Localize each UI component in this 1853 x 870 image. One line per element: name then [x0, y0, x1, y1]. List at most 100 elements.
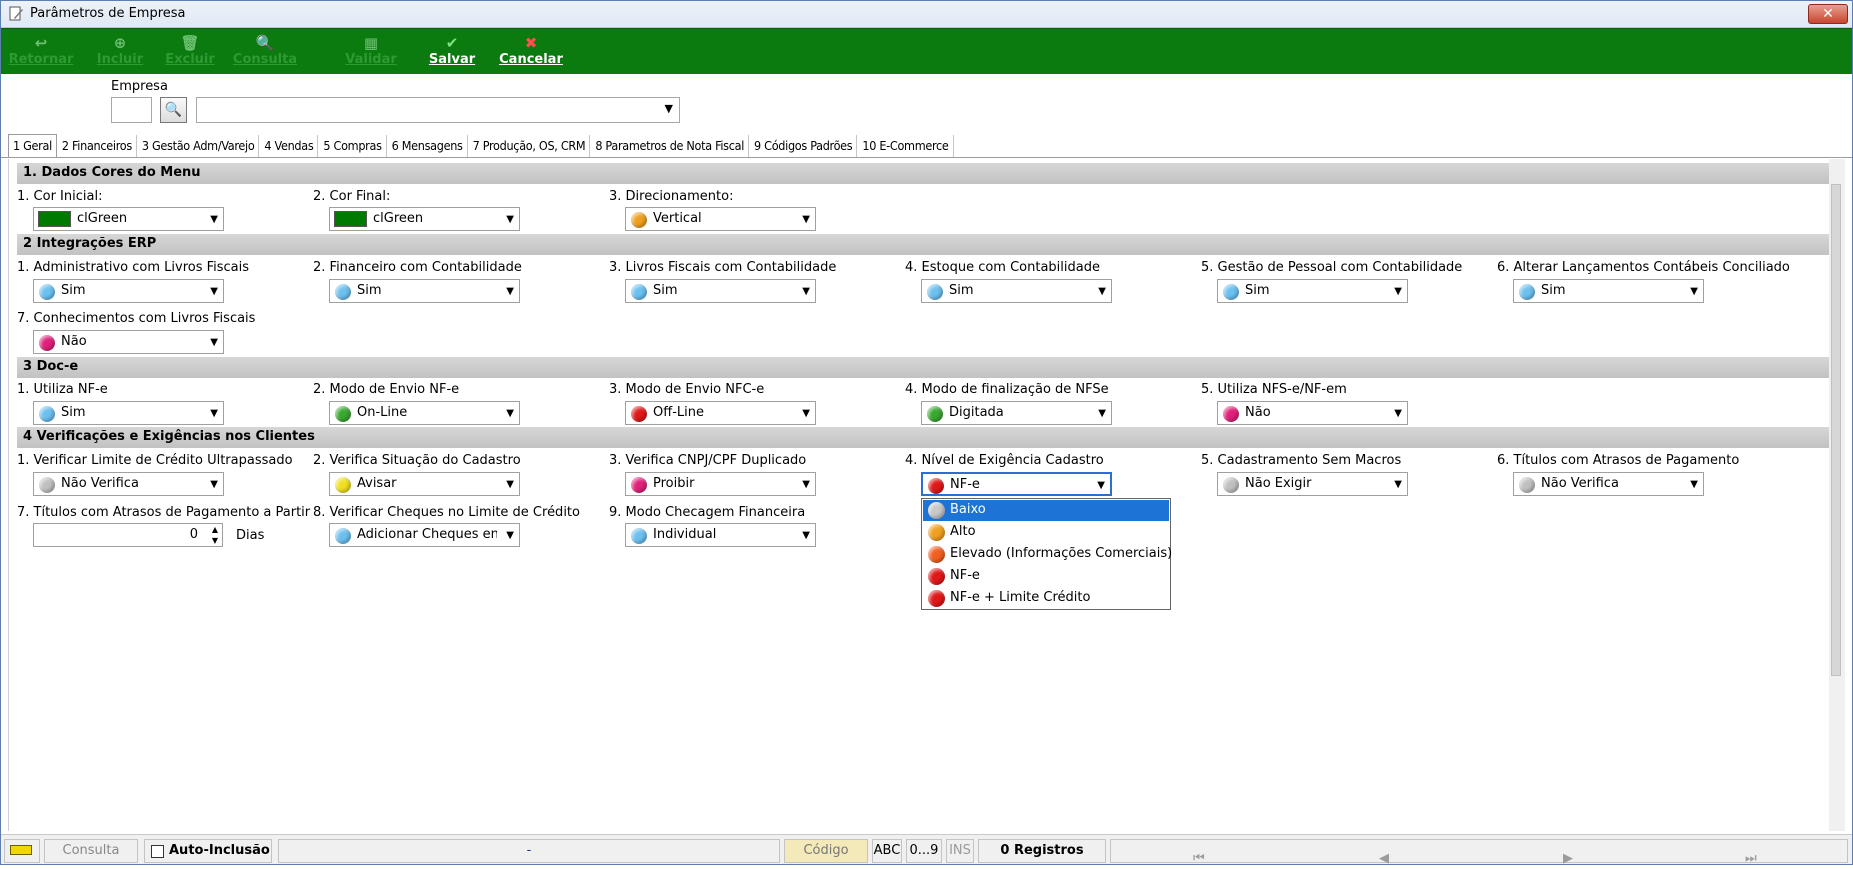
- tab-producao-os-crm[interactable]: 7 Produção, OS, CRM: [469, 135, 591, 158]
- empresa-search-button[interactable]: 🔍: [160, 97, 187, 123]
- chevron-down-icon: ▼: [210, 337, 218, 348]
- validar-button[interactable]: ▦ Validar: [344, 29, 398, 75]
- window-title: Parâmetros de Empresa: [30, 6, 186, 21]
- status-dot-icon: [39, 477, 55, 493]
- chevron-down-icon: ▼: [1690, 286, 1698, 297]
- checagem-fin-combo[interactable]: Individual ▼: [625, 523, 816, 547]
- cheques-limite-combo[interactable]: Adicionar Cheques en ▼: [329, 523, 520, 547]
- limite-credito-combo[interactable]: Não Verifica ▼: [33, 472, 224, 496]
- empresa-code-input[interactable]: [111, 97, 152, 123]
- chevron-down-icon: ▼: [506, 408, 514, 419]
- close-button[interactable]: ✕: [1808, 4, 1848, 24]
- tab-e-commerce[interactable]: 10 E-Commerce: [858, 135, 954, 158]
- chevron-down-icon: ▼: [210, 408, 218, 419]
- sem-macros-combo[interactable]: Não Exigir ▼: [1217, 472, 1408, 496]
- titulos-atraso-combo[interactable]: Não Verifica ▼: [1513, 472, 1704, 496]
- tab-vendas[interactable]: 4 Vendas: [260, 135, 319, 158]
- dropdown-option-baixo[interactable]: Baixo: [923, 500, 1169, 521]
- modo-nfse-combo[interactable]: Digitada ▼: [921, 401, 1112, 425]
- tab-compras[interactable]: 5 Compras: [319, 135, 387, 158]
- adm-livros-label: 1. Administrativo com Livros Fiscais: [17, 260, 250, 275]
- nav-first-icon[interactable]: ⏮: [1193, 848, 1205, 870]
- adm-livros-combo[interactable]: Sim ▼: [33, 279, 224, 303]
- alterar-lanc-combo[interactable]: Sim ▼: [1513, 279, 1704, 303]
- tab-financeiros[interactable]: 2 Financeiros: [58, 135, 137, 158]
- tab-parametros-nota-fiscal[interactable]: 8 Parametros de Nota Fiscal: [591, 135, 750, 158]
- estoque-contab-combo[interactable]: Sim ▼: [921, 279, 1112, 303]
- direcionamento-combo[interactable]: Vertical ▼: [625, 207, 816, 231]
- modo-nfce-label: 3. Modo de Envio NFC-e: [609, 382, 765, 397]
- scrollbar-thumb[interactable]: [1831, 184, 1841, 676]
- status-dot-icon: [631, 284, 647, 300]
- status-consulta[interactable]: Consulta: [44, 839, 138, 863]
- dropdown-option-nfe[interactable]: NF-e: [923, 566, 1169, 587]
- section-verificacoes-clientes: 4 Verificações e Exigências nos Clientes: [17, 427, 1829, 448]
- status-abc: ABC: [872, 839, 902, 863]
- chevron-down-icon: ▼: [664, 102, 673, 115]
- status-dot-icon: [1223, 284, 1239, 300]
- excluir-button[interactable]: 🗑 Excluir: [160, 29, 220, 75]
- sort-field-codigo[interactable]: Código: [784, 839, 868, 863]
- status-dot-icon: [928, 590, 945, 607]
- tab-strip: 1 Geral 2 Financeiros 3 Gestão Adm/Varejo 4…: [8, 134, 955, 158]
- spin-arrows-icon[interactable]: ▲ ▼: [212, 524, 218, 546]
- estoque-contab-label: 4. Estoque com Contabilidade: [905, 260, 1100, 275]
- auto-inclusao-checkbox[interactable]: [151, 845, 164, 858]
- status-dot-icon: [928, 546, 945, 563]
- titulos-atraso-label: 6. Títulos com Atrasos de Pagamento: [1497, 453, 1740, 468]
- add-icon: ⊕: [113, 34, 127, 52]
- status-dot-icon: [631, 477, 647, 493]
- tab-gestao-adm-varejo[interactable]: 3 Gestão Adm/Varejo: [138, 135, 260, 158]
- cor-final-combo[interactable]: clGreen ▼: [329, 207, 520, 231]
- status-dot-icon: [335, 528, 351, 544]
- status-dot-icon: [928, 568, 945, 585]
- color-swatch: [38, 211, 71, 227]
- fin-contab-combo[interactable]: Sim ▼: [329, 279, 520, 303]
- tab-codigos-padroes[interactable]: 9 Códigos Padrões: [750, 135, 858, 158]
- cheques-limite-label: 8. Verificar Cheques no Limite de Crédit…: [313, 505, 580, 520]
- incluir-button[interactable]: ⊕ Incluir: [92, 29, 148, 75]
- livros-contab-label: 3. Livros Fiscais com Contabilidade: [609, 260, 837, 275]
- dropdown-option-elevado[interactable]: Elevado (Informações Comerciais): [923, 544, 1172, 565]
- livros-contab-combo[interactable]: Sim ▼: [625, 279, 816, 303]
- chevron-down-icon: ▼: [1394, 408, 1402, 419]
- pessoal-contab-combo[interactable]: Sim ▼: [1217, 279, 1408, 303]
- pessoal-contab-label: 5. Gestão de Pessoal com Contabilidade: [1201, 260, 1463, 275]
- utiliza-nfse-combo[interactable]: Não ▼: [1217, 401, 1408, 425]
- modo-nfce-combo[interactable]: Off-Line ▼: [625, 401, 816, 425]
- cancelar-button[interactable]: ✖ Cancelar: [496, 29, 566, 75]
- empresa-name-combo[interactable]: ▼: [196, 97, 680, 123]
- titulos-partir-spinner[interactable]: 0 ▲ ▼: [33, 523, 223, 547]
- tab-mensagens[interactable]: 6 Mensagens: [388, 135, 468, 158]
- cnpj-dup-combo[interactable]: Proibir ▼: [625, 472, 816, 496]
- utiliza-nfe-combo[interactable]: Sim ▼: [33, 401, 224, 425]
- cancel-icon: ✖: [524, 34, 538, 52]
- nivel-exig-dropdown-list: Baixo Alto Elevado (Informações Comercia…: [921, 498, 1172, 610]
- status-dot-icon: [927, 406, 943, 422]
- check-icon: ✔: [445, 34, 459, 52]
- nivel-exig-combo[interactable]: NF-e ▼: [921, 472, 1112, 496]
- consulta-button[interactable]: 🔍 Consulta: [232, 29, 298, 75]
- tab-geral[interactable]: 1 Geral: [8, 134, 57, 157]
- chevron-down-icon: ▼: [1394, 479, 1402, 490]
- status-dot-icon: [1519, 284, 1535, 300]
- situacao-cad-combo[interactable]: Avisar ▼: [329, 472, 520, 496]
- section-integracoes-erp: 2 Integrações ERP: [17, 234, 1829, 255]
- cor-inicial-label: 1. Cor Inicial:: [17, 189, 103, 204]
- status-ins: INS: [946, 839, 974, 863]
- nav-last-icon[interactable]: ⏭: [1745, 848, 1757, 870]
- conhec-livros-combo[interactable]: Não ▼: [33, 330, 224, 354]
- nav-prev-icon[interactable]: ◀: [1379, 848, 1389, 870]
- cnpj-dup-label: 3. Verifica CNPJ/CPF Duplicado: [609, 453, 807, 468]
- nav-next-icon[interactable]: ▶: [1563, 848, 1573, 870]
- cor-inicial-combo[interactable]: clGreen ▼: [33, 207, 224, 231]
- tab-divider: [0, 157, 1853, 158]
- vertical-scrollbar[interactable]: [1829, 159, 1845, 831]
- dropdown-option-nfe-limite[interactable]: NF-e + Limite Crédito: [923, 588, 1169, 609]
- modo-nfe-combo[interactable]: On-Line ▼: [329, 401, 520, 425]
- chevron-down-icon: ▼: [210, 479, 218, 490]
- retornar-button[interactable]: ↩ Retornar: [8, 29, 74, 75]
- dropdown-option-alto[interactable]: Alto: [923, 522, 1169, 543]
- auto-inclusao-toggle[interactable]: Auto-Inclusão: [144, 839, 272, 863]
- salvar-button[interactable]: ✔ Salvar: [424, 29, 480, 75]
